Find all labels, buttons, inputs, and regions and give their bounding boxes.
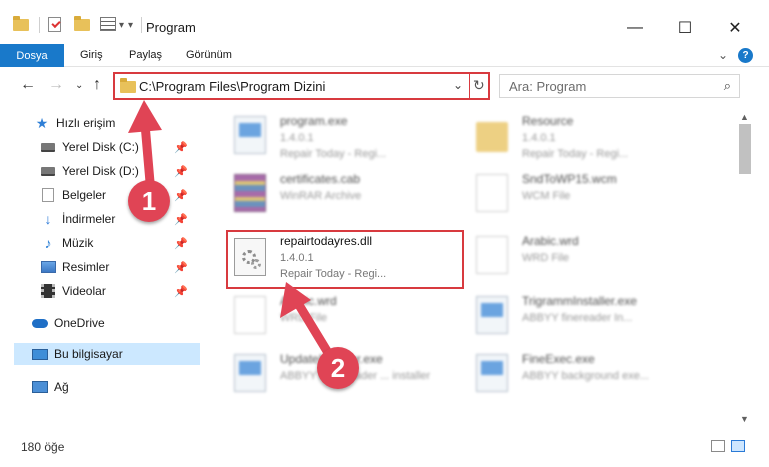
arrow-1-head — [128, 100, 162, 133]
step-marker-2: 2 — [317, 347, 359, 389]
arrow-2-shaft — [291, 295, 335, 361]
step-marker-1: 1 — [128, 180, 170, 222]
annotation-arrows — [128, 100, 335, 361]
arrow-1-shaft — [140, 119, 155, 187]
